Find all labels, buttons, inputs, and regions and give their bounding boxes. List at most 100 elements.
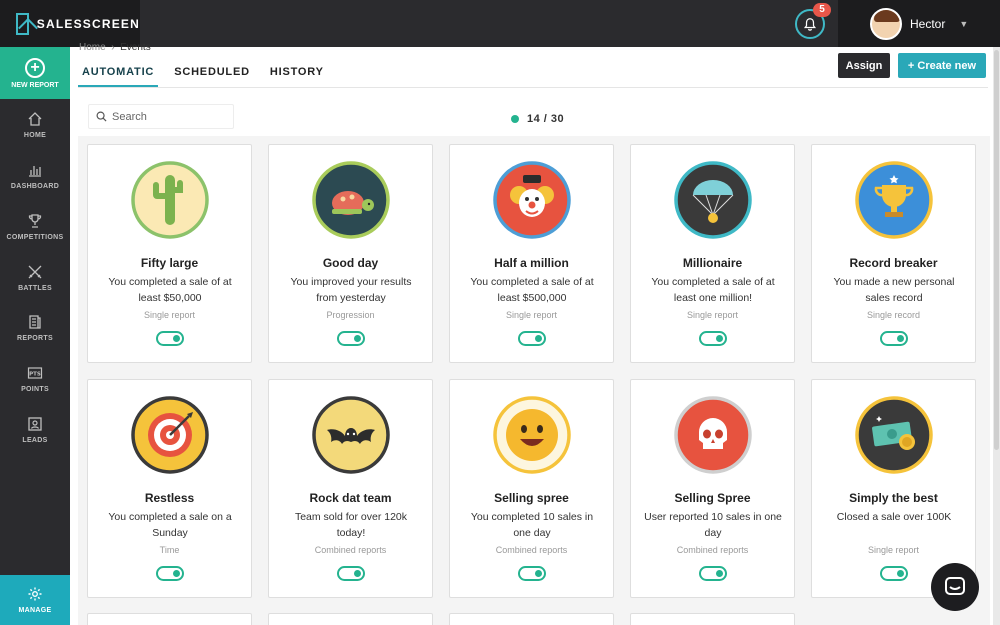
sidebar-item-label: LEADS: [22, 437, 48, 444]
event-card[interactable]: Good day You improved your results from …: [268, 144, 433, 363]
card-description: You completed 10 sales in one day: [470, 511, 594, 539]
bar-chart-icon: [29, 166, 41, 177]
home-icon: [28, 112, 42, 126]
smiley-icon: [493, 396, 571, 474]
sidebar-item-leads[interactable]: LEADS: [0, 406, 70, 454]
logo-icon: [16, 12, 29, 35]
card-title: Simply the best: [849, 491, 938, 505]
tab-automatic[interactable]: AUTOMATIC: [78, 58, 159, 87]
card-description: You completed a sale of at least $500,00…: [470, 276, 594, 304]
trophy-icon: [28, 214, 42, 228]
chat-button[interactable]: [931, 563, 979, 611]
bell-icon: [803, 18, 817, 31]
money-icon: [855, 396, 933, 474]
enable-toggle[interactable]: [699, 566, 727, 581]
search-box[interactable]: [88, 104, 234, 129]
event-counter: 14 / 30: [511, 113, 564, 125]
event-card[interactable]: Half a million You completed a sale of a…: [449, 144, 614, 363]
event-card[interactable]: Millionaire You completed a sale of at l…: [630, 144, 795, 363]
card-title: Half a million: [494, 256, 569, 270]
chevron-down-icon: ▼: [959, 18, 969, 29]
sidebar-item-label: BATTLES: [18, 285, 52, 292]
event-card[interactable]: [630, 613, 795, 625]
card-type: Combined reports: [495, 545, 568, 555]
card-description: User reported 10 sales in one day: [644, 511, 782, 539]
event-card[interactable]: Fifty large You completed a sale of at l…: [87, 144, 252, 363]
sidebar-item-label: DASHBOARD: [10, 183, 60, 190]
card-description: Closed a sale over 100K: [836, 511, 952, 523]
sidebar-item-battles[interactable]: BATTLES: [0, 254, 70, 302]
sidebar: + NEW REPORT HOME DASHBOARD COMPETITIONS…: [0, 47, 70, 625]
event-card[interactable]: Rock dat team Team sold for over 120k to…: [268, 379, 433, 598]
card-title: Selling spree: [494, 491, 569, 505]
counter-text: 14 / 30: [527, 113, 565, 125]
breadcrumb-current: Events: [120, 42, 151, 53]
report-icon: [29, 315, 41, 329]
enable-toggle[interactable]: [880, 566, 908, 581]
tab-scheduled[interactable]: SCHEDULED: [170, 58, 254, 87]
sidebar-item-competitions[interactable]: COMPETITIONS: [0, 203, 70, 251]
plus-icon: +: [25, 57, 45, 78]
scrollbar-thumb[interactable]: [994, 50, 999, 450]
target-icon: [131, 396, 209, 474]
card-type: Single report: [686, 310, 739, 320]
enable-toggle[interactable]: [699, 331, 727, 346]
enable-toggle[interactable]: [337, 566, 365, 581]
sidebar-item-label: REPORTS: [17, 335, 53, 342]
create-new-button[interactable]: + Create new: [898, 53, 986, 78]
bat-icon: [312, 396, 390, 474]
event-card[interactable]: [268, 613, 433, 625]
card-type: Single report: [143, 310, 196, 320]
card-description: You completed a sale of at least $50,000: [108, 276, 232, 304]
avatar: [870, 7, 902, 40]
sidebar-item-label: MANAGE: [18, 607, 52, 614]
event-card[interactable]: [449, 613, 614, 625]
active-dot-icon: [511, 115, 519, 123]
event-card[interactable]: Record breaker You made a new personal s…: [811, 144, 976, 363]
turtle-icon: [312, 161, 390, 239]
tabs-divider: [78, 87, 988, 88]
sidebar-item-dashboard[interactable]: DASHBOARD: [0, 152, 70, 200]
card-type: Combined reports: [314, 545, 387, 555]
sidebar-item-label: COMPETITIONS: [6, 234, 64, 241]
sidebar-item-reports[interactable]: REPORTS: [0, 304, 70, 352]
card-type: Single report: [505, 310, 558, 320]
sidebar-item-home[interactable]: HOME: [0, 101, 70, 149]
card-description: You improved your results from yesterday: [290, 276, 412, 304]
enable-toggle[interactable]: [156, 566, 184, 581]
sidebar-item-points[interactable]: PTS POINTS: [0, 355, 70, 403]
trophy-icon: [855, 161, 933, 239]
card-title: Selling Spree: [674, 491, 751, 505]
card-type: Progression: [326, 310, 375, 320]
breadcrumb-root[interactable]: Home: [79, 42, 106, 53]
enable-toggle[interactable]: [337, 331, 365, 346]
brand[interactable]: SALESSCREEN: [0, 0, 140, 47]
tab-history[interactable]: HISTORY: [266, 58, 328, 87]
card-title: Fifty large: [140, 256, 199, 270]
sidebar-item-manage[interactable]: MANAGE: [0, 575, 70, 625]
user-menu[interactable]: Hector ▼: [838, 0, 1000, 47]
search-icon: [96, 111, 107, 122]
new-report-button[interactable]: + NEW REPORT: [0, 47, 70, 99]
search-input[interactable]: [112, 110, 222, 123]
crossed-swords-icon: [28, 265, 42, 279]
event-card[interactable]: [87, 613, 252, 625]
enable-toggle[interactable]: [518, 331, 546, 346]
assign-button[interactable]: Assign: [838, 53, 890, 78]
card-title: Millionaire: [682, 256, 743, 270]
card-type: Single report: [867, 545, 920, 555]
enable-toggle[interactable]: [880, 331, 908, 346]
enable-toggle[interactable]: [156, 331, 184, 346]
card-description: You completed a sale of at least one mil…: [651, 276, 775, 304]
breadcrumb: Home › Events: [79, 42, 151, 53]
card-description: Team sold for over 120k today!: [294, 511, 408, 539]
notification-count-badge: 5: [813, 3, 831, 17]
card-description: You made a new personal sales record: [833, 276, 955, 304]
points-icon: PTS: [27, 367, 43, 379]
event-card[interactable]: Selling Spree User reported 10 sales in …: [630, 379, 795, 598]
enable-toggle[interactable]: [518, 566, 546, 581]
event-card[interactable]: Selling spree You completed 10 sales in …: [449, 379, 614, 598]
card-title: Good day: [322, 256, 379, 270]
event-card[interactable]: Restless You completed a sale on a Sunda…: [87, 379, 252, 598]
sidebar-item-label: POINTS: [21, 386, 49, 393]
